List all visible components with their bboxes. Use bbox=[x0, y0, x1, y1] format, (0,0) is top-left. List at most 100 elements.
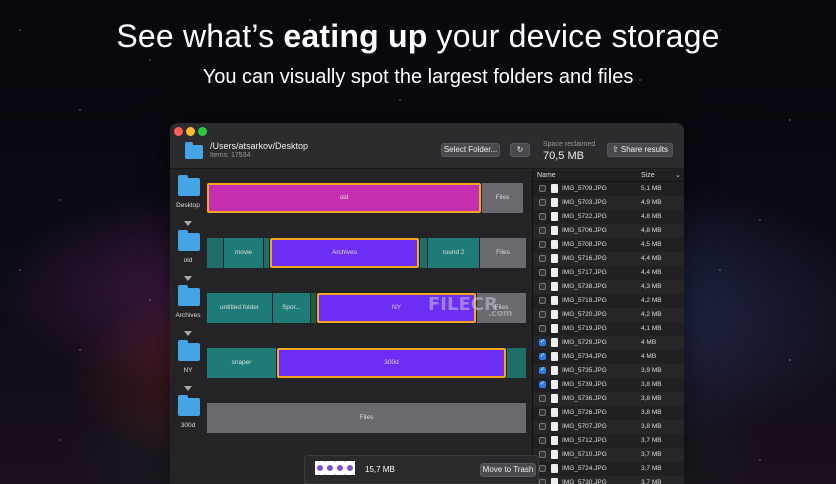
folder-segment[interactable] bbox=[264, 238, 269, 268]
file-row[interactable]: IMG_5739.JPG 3,8 MB bbox=[533, 378, 684, 392]
file-size: 3,7 MB bbox=[641, 437, 662, 444]
file-checkbox[interactable] bbox=[539, 283, 546, 290]
file-checkbox[interactable] bbox=[539, 297, 546, 304]
file-name: IMG_5726.JPG bbox=[562, 409, 607, 416]
toolbar: /Users/atsarkov/Desktop Items: 17534 Sel… bbox=[170, 123, 684, 169]
file-checkbox[interactable] bbox=[539, 423, 546, 430]
file-row[interactable]: IMG_5716.JPG 4,4 MB bbox=[533, 252, 684, 266]
file-checkbox[interactable] bbox=[539, 352, 546, 360]
level-label: 300d bbox=[180, 422, 196, 429]
down-arrow-icon bbox=[184, 276, 192, 281]
file-row[interactable]: IMG_5709.JPG 5,1 MB bbox=[533, 182, 684, 196]
file-size: 4 MB bbox=[641, 353, 657, 360]
folder-segment[interactable]: 300d bbox=[277, 348, 506, 378]
level-label: Archives bbox=[175, 312, 201, 319]
file-row[interactable]: IMG_5720.JPG 4,2 MB bbox=[533, 308, 684, 322]
file-checkbox[interactable] bbox=[539, 465, 546, 472]
file-row[interactable]: IMG_5710.JPG 3,7 MB bbox=[533, 448, 684, 462]
folder-segment[interactable]: movie bbox=[224, 238, 263, 268]
file-row[interactable]: IMG_5722.JPG 4,8 MB bbox=[533, 210, 684, 224]
file-checkbox[interactable] bbox=[539, 338, 546, 346]
file-checkbox[interactable] bbox=[539, 199, 546, 206]
sort-chevron-icon[interactable]: ⌄ bbox=[675, 171, 681, 179]
folder-segment[interactable] bbox=[420, 238, 427, 268]
file-row[interactable]: IMG_5735.JPG 3,9 MB bbox=[533, 364, 684, 378]
file-row[interactable]: IMG_5706.JPG 4,8 MB bbox=[533, 224, 684, 238]
file-row[interactable]: IMG_5717.JPG 4,4 MB bbox=[533, 266, 684, 280]
image-file-icon bbox=[551, 408, 558, 417]
file-size: 4,8 MB bbox=[641, 213, 662, 220]
file-row[interactable]: IMG_5730.JPG 3,7 MB bbox=[533, 476, 684, 484]
file-checkbox[interactable] bbox=[539, 409, 546, 416]
folder-segment[interactable]: Archives bbox=[270, 238, 419, 268]
folder-segment[interactable]: snaper bbox=[207, 348, 276, 378]
file-row[interactable]: IMG_5718.JPG 4,2 MB bbox=[533, 294, 684, 308]
folder-segment[interactable]: Files bbox=[480, 238, 526, 268]
file-name: IMG_5717.JPG bbox=[562, 269, 607, 276]
file-checkbox[interactable] bbox=[539, 255, 546, 262]
size-column-header[interactable]: Size bbox=[641, 172, 655, 179]
refresh-icon[interactable]: ↻ bbox=[510, 143, 530, 157]
move-to-trash-button[interactable]: Move to Trash bbox=[480, 463, 536, 477]
image-file-icon bbox=[551, 464, 558, 473]
file-size: 3,8 MB bbox=[641, 395, 662, 402]
file-checkbox[interactable] bbox=[539, 311, 546, 318]
folder-segment[interactable] bbox=[311, 293, 316, 323]
folder-segment[interactable]: old bbox=[207, 183, 481, 213]
file-row[interactable]: IMG_5738.JPG 4,3 MB bbox=[533, 280, 684, 294]
file-row[interactable]: IMG_5712.JPG 3,7 MB bbox=[533, 434, 684, 448]
file-name: IMG_5724.JPG bbox=[562, 465, 607, 472]
file-checkbox[interactable] bbox=[539, 241, 546, 248]
close-window-button[interactable] bbox=[174, 127, 183, 136]
file-name: IMG_5712.JPG bbox=[562, 437, 607, 444]
name-column-header[interactable]: Name bbox=[537, 172, 556, 179]
minimize-window-button[interactable] bbox=[186, 127, 195, 136]
file-checkbox[interactable] bbox=[539, 395, 546, 402]
folder-bar-row: old Files bbox=[207, 183, 527, 213]
headline: See what’s eating up your device storage bbox=[116, 18, 720, 54]
folder-segment[interactable]: untitled folder bbox=[207, 293, 272, 323]
file-checkbox[interactable] bbox=[539, 451, 546, 458]
drop-zone[interactable]: 15,7 MB Move to Trash bbox=[304, 455, 539, 484]
image-thumbnail-icon bbox=[325, 461, 335, 475]
file-row[interactable]: IMG_5726.JPG 3,8 MB bbox=[533, 406, 684, 420]
folder-map: Desktop old Files old movie Archives round 2 Fi… bbox=[170, 170, 532, 484]
file-checkbox[interactable] bbox=[539, 437, 546, 444]
file-size: 4,4 MB bbox=[641, 269, 662, 276]
image-file-icon bbox=[551, 324, 558, 333]
file-checkbox[interactable] bbox=[539, 185, 546, 192]
file-size: 4 MB bbox=[641, 339, 657, 346]
file-row[interactable]: IMG_5719.JPG 4,1 MB bbox=[533, 322, 684, 336]
image-file-icon bbox=[551, 254, 558, 263]
file-row[interactable]: IMG_5708.JPG 4,5 MB bbox=[533, 238, 684, 252]
file-row[interactable]: IMG_5703.JPG 4,9 MB bbox=[533, 196, 684, 210]
file-checkbox[interactable] bbox=[539, 366, 546, 374]
file-checkbox[interactable] bbox=[539, 213, 546, 220]
file-name: IMG_5719.JPG bbox=[562, 325, 607, 332]
folder-segment[interactable] bbox=[207, 238, 223, 268]
folder-segment[interactable]: round 2 bbox=[428, 238, 479, 268]
file-row[interactable]: IMG_5734.JPG 4 MB bbox=[533, 350, 684, 364]
folder-segment[interactable]: Files bbox=[482, 183, 523, 213]
file-checkbox[interactable] bbox=[539, 325, 546, 332]
folder-segment[interactable] bbox=[507, 348, 526, 378]
folder-segment[interactable]: Spor... bbox=[273, 293, 310, 323]
folder-segment[interactable]: Files bbox=[207, 403, 526, 433]
zoom-window-button[interactable] bbox=[198, 127, 207, 136]
file-row[interactable]: IMG_5707.JPG 3,8 MB bbox=[533, 420, 684, 434]
select-folder-button[interactable]: Select Folder... bbox=[441, 143, 500, 157]
file-checkbox[interactable] bbox=[539, 227, 546, 234]
image-file-icon bbox=[551, 226, 558, 235]
selected-size: 15,7 MB bbox=[365, 465, 395, 474]
file-rows: IMG_5709.JPG 5,1 MB IMG_5703.JPG 4,9 MB IMG_… bbox=[533, 182, 684, 484]
file-size: 3,8 MB bbox=[641, 423, 662, 430]
file-row[interactable]: IMG_5736.JPG 3,8 MB bbox=[533, 392, 684, 406]
file-row[interactable]: IMG_5729.JPG 4 MB bbox=[533, 336, 684, 350]
file-checkbox[interactable] bbox=[539, 269, 546, 276]
file-row[interactable]: IMG_5724.JPG 3,7 MB bbox=[533, 462, 684, 476]
file-name: IMG_5720.JPG bbox=[562, 311, 607, 318]
file-checkbox[interactable] bbox=[539, 479, 546, 484]
list-header: Name Size ⌄ bbox=[533, 170, 684, 182]
share-results-button[interactable]: ⇪ Share results bbox=[607, 143, 673, 157]
file-checkbox[interactable] bbox=[539, 380, 546, 388]
